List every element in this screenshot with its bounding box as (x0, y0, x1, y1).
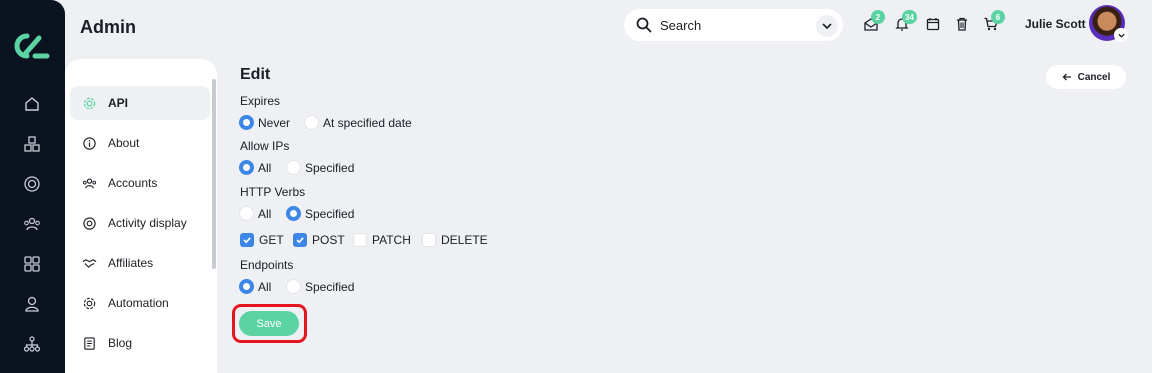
sidebar-scrollbar[interactable] (212, 79, 216, 269)
save-button[interactable]: Save (239, 311, 299, 336)
radio-unselected[interactable] (286, 279, 301, 294)
arrow-left-icon (1062, 73, 1071, 81)
allow-ips-specified-option[interactable]: Specified (286, 160, 354, 175)
boxes-icon[interactable] (22, 134, 42, 154)
calendar-icon (926, 18, 940, 31)
search-input[interactable] (660, 15, 810, 35)
option-label: DELETE (441, 233, 488, 247)
cancel-button[interactable]: Cancel (1046, 65, 1126, 89)
user-name[interactable]: Julie Scott (1025, 17, 1086, 31)
trash-button[interactable] (954, 16, 972, 34)
http-verbs-specified-option[interactable]: Specified (286, 206, 354, 221)
target-icon[interactable] (22, 174, 42, 194)
notifications-badge: 34 (902, 10, 917, 24)
handshake-icon (81, 255, 97, 271)
sidebar-item-label: Accounts (108, 176, 158, 190)
document-icon (81, 335, 97, 351)
chevron-down-icon[interactable] (816, 15, 838, 37)
home-icon[interactable] (22, 94, 42, 114)
search-bar[interactable] (624, 9, 843, 41)
sidebar-item-accounts[interactable]: Accounts (70, 166, 210, 200)
option-label: All (258, 206, 272, 221)
calendar-button[interactable] (925, 16, 943, 34)
sidebar-item-activity-display[interactable]: Activity display (70, 206, 210, 240)
trash-icon (957, 17, 967, 31)
radio-unselected[interactable] (239, 206, 254, 221)
cart-badge: 6 (991, 10, 1005, 24)
users-icon (81, 175, 97, 191)
radio-selected[interactable] (286, 206, 301, 221)
sidebar-item-affiliates[interactable]: Affiliates (70, 246, 210, 280)
verb-patch-checkbox[interactable]: PATCH (353, 233, 411, 247)
expires-specified-date-option[interactable]: At specified date (304, 115, 412, 130)
option-label: At specified date (323, 115, 412, 130)
sidebar-item-label: Affiliates (108, 256, 154, 270)
sidebar-item-label: Activity display (108, 216, 187, 230)
endpoints-specified-option[interactable]: Specified (286, 279, 354, 294)
sidebar-item-blog[interactable]: Blog (70, 326, 210, 360)
grid-icon[interactable] (22, 254, 42, 274)
expires-never-option[interactable]: Never (239, 115, 290, 130)
form-title: Edit (240, 66, 271, 83)
user-icon[interactable] (22, 294, 42, 314)
sitemap-icon[interactable] (22, 334, 42, 354)
chevron-down-icon[interactable] (1114, 28, 1128, 42)
option-label: Never (258, 115, 291, 130)
sidebar-item-label: Automation (108, 296, 169, 310)
sidebar-item-about[interactable]: About (70, 126, 210, 160)
notifications-button[interactable]: 34 (894, 10, 917, 34)
allow-ips-all-option[interactable]: All (239, 160, 271, 175)
sidebar-item-label: Blog (108, 336, 133, 350)
radio-unselected[interactable] (304, 115, 319, 130)
endpoints-all-option[interactable]: All (239, 279, 271, 294)
users-icon[interactable] (22, 214, 42, 234)
expires-label: Expires (240, 94, 281, 108)
radio-selected[interactable] (239, 115, 254, 130)
gear-icon (81, 95, 97, 111)
messages-button[interactable]: 2 (863, 10, 885, 34)
option-label: PATCH (372, 233, 411, 247)
main-nav-rail (0, 0, 65, 373)
radio-selected[interactable] (239, 160, 254, 175)
option-label: Specified (305, 279, 355, 294)
option-label: POST (312, 233, 345, 247)
sidebar-item-automation[interactable]: Automation (70, 286, 210, 320)
sidebar-item-label: About (108, 136, 140, 150)
option-label: All (258, 279, 272, 294)
allow-ips-label: Allow IPs (240, 139, 290, 153)
option-label: Specified (305, 206, 355, 221)
target-icon (81, 215, 97, 231)
sidebar-item-label: API (108, 96, 129, 110)
option-label: All (258, 160, 272, 175)
brand-logo[interactable] (11, 30, 53, 62)
option-label: GET (259, 233, 284, 247)
cancel-label: Cancel (1077, 71, 1111, 83)
http-verbs-all-option[interactable]: All (239, 206, 271, 221)
verb-post-checkbox[interactable]: POST (293, 233, 345, 247)
checkbox-unchecked[interactable] (353, 233, 367, 247)
sidebar-item-api[interactable]: API (70, 86, 210, 120)
radio-selected[interactable] (239, 279, 254, 294)
gear-icon (81, 295, 97, 311)
messages-badge: 2 (871, 10, 885, 24)
verb-delete-checkbox[interactable]: DELETE (422, 233, 488, 247)
checkbox-checked[interactable] (240, 233, 254, 247)
search-icon (636, 17, 652, 33)
page-title: Admin (80, 17, 136, 37)
info-icon (81, 135, 97, 151)
endpoints-label: Endpoints (240, 258, 294, 272)
checkbox-checked[interactable] (293, 233, 307, 247)
verb-get-checkbox[interactable]: GET (240, 233, 284, 247)
settings-sidebar: API About Accounts Activity display Affi… (65, 59, 217, 373)
option-label: Specified (305, 160, 355, 175)
http-verbs-label: HTTP Verbs (240, 185, 306, 199)
cart-button[interactable]: 6 (983, 10, 1005, 34)
checkbox-unchecked[interactable] (422, 233, 436, 247)
radio-unselected[interactable] (286, 160, 301, 175)
